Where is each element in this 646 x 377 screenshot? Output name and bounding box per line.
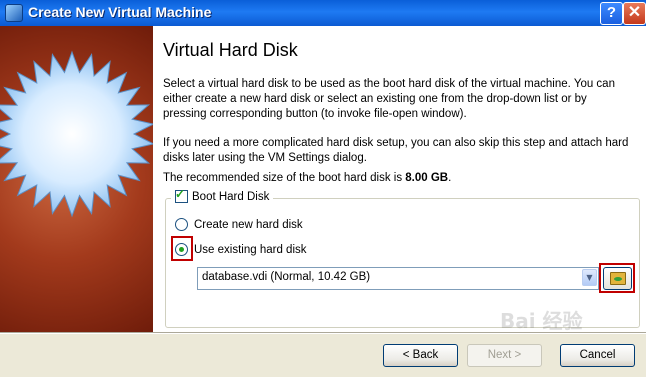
radio-icon[interactable] (175, 218, 188, 231)
description-text: Select a virtual hard disk to be used as… (163, 78, 615, 120)
recommended-size: 8.00 GB (405, 172, 449, 184)
starburst-icon (0, 50, 153, 218)
cancel-button[interactable]: Cancel (560, 344, 635, 367)
boot-hard-disk-checkbox[interactable]: ✓ Boot Hard Disk (171, 187, 274, 203)
app-icon (5, 4, 23, 22)
dialog-window: Create New Virtual Machine ? ✕ Virtual H… (0, 0, 646, 377)
recommended-suffix: . (448, 172, 452, 184)
boot-hard-disk-label: Boot Hard Disk (192, 190, 270, 203)
next-button[interactable]: Next > (467, 344, 542, 367)
use-existing-disk-label: Use existing hard disk (194, 243, 307, 256)
back-button[interactable]: < Back (383, 344, 458, 367)
wizard-content: Virtual Hard Disk Select a virtual hard … (153, 26, 646, 332)
checkbox-checked-icon[interactable]: ✓ (175, 187, 188, 203)
create-new-disk-label: Create new hard disk (194, 218, 303, 231)
help-icon[interactable]: ? (600, 2, 623, 25)
title-bar[interactable]: Create New Virtual Machine ? ✕ (0, 0, 646, 26)
watermark-logo: Bai 经验 (500, 309, 583, 333)
recommended-size-text: The recommended size of the boot hard di… (163, 171, 633, 186)
advanced-setup-text: If you need a more complicated hard disk… (163, 137, 629, 164)
existing-disk-select[interactable]: database.vdi (Normal, 10.42 GB) ▼ (197, 267, 599, 290)
wizard-banner (0, 26, 153, 332)
browse-highlight-box (599, 263, 635, 293)
selected-disk-value: database.vdi (Normal, 10.42 GB) (202, 271, 371, 283)
create-new-disk-option[interactable]: Create new hard disk (175, 218, 303, 231)
close-icon[interactable]: ✕ (623, 2, 646, 25)
window-title: Create New Virtual Machine (28, 4, 212, 20)
recommended-prefix: The recommended size of the boot hard di… (163, 172, 406, 184)
radio-highlight-box (171, 236, 193, 261)
page-title: Virtual Hard Disk (163, 40, 298, 60)
use-existing-disk-option[interactable]: Use existing hard disk (175, 243, 307, 256)
dropdown-arrow-icon[interactable]: ▼ (582, 269, 597, 286)
